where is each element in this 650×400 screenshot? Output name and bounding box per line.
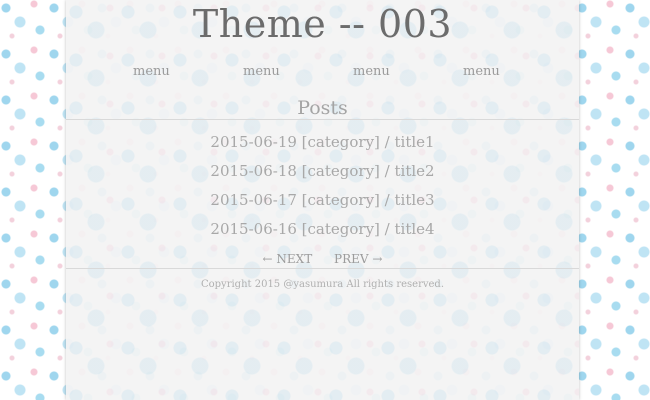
nav-item-menu-3[interactable]: menu	[353, 64, 390, 79]
pagination: ← NEXT PREV →	[66, 252, 579, 266]
post-list: 2015-06-19 [category] / title1 2015-06-1…	[66, 131, 579, 247]
nav-item-menu-2[interactable]: menu	[243, 64, 280, 79]
divider-bottom	[66, 268, 579, 269]
post-link-3[interactable]: 2015-06-17 [category] / title3	[66, 189, 579, 218]
post-link-2[interactable]: 2015-06-18 [category] / title2	[66, 160, 579, 189]
next-link[interactable]: ← NEXT	[263, 252, 313, 266]
post-link-1[interactable]: 2015-06-19 [category] / title1	[66, 131, 579, 160]
main-nav: menu menu menu menu	[66, 64, 579, 82]
page-panel: Theme -- 003 menu menu menu menu Posts 2…	[66, 0, 579, 400]
site-title[interactable]: Theme -- 003	[66, 2, 579, 46]
posts-heading: Posts	[297, 97, 348, 119]
prev-link[interactable]: PREV →	[334, 252, 382, 266]
nav-item-menu-1[interactable]: menu	[133, 64, 170, 79]
footer-copyright: Copyright 2015 @yasumura All rights rese…	[200, 279, 445, 290]
nav-item-menu-4[interactable]: menu	[463, 64, 500, 79]
divider-top	[66, 119, 579, 120]
post-link-4[interactable]: 2015-06-16 [category] / title4	[66, 218, 579, 247]
